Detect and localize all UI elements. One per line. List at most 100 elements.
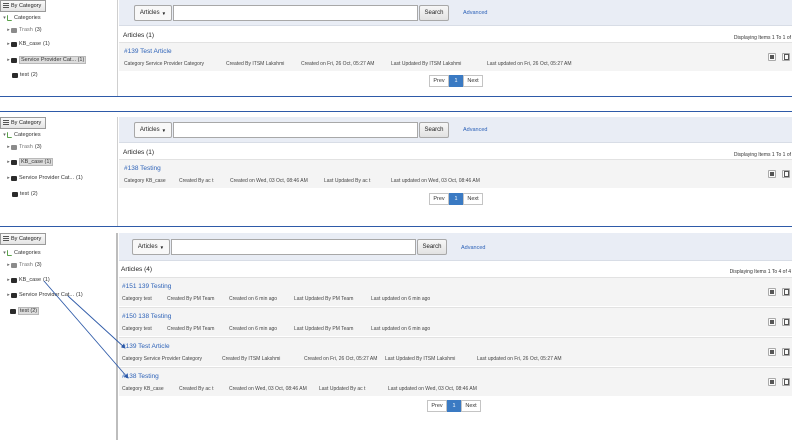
tree-item-service-provider[interactable]: ▸ Service Provider Cat... (1) [6,56,87,64]
tree-item-service-provider[interactable]: ▸ Service Provider Cat... (1) [6,292,83,298]
article-created-by: Created By PM Team [167,326,215,332]
content-area: Articles ▼ Search Advanced Articles (1) D… [119,0,792,96]
articles-title: Articles (4) [121,266,153,273]
article-updated-by: Last Updated By PM Team [294,326,354,332]
search-button[interactable]: Search [419,5,449,21]
category-tree: By Category ▾ Categories ▸ Trash (3) ▸ KB_ca… [0,0,118,96]
prev-page-button[interactable]: Prev [429,193,449,205]
edit-icon[interactable] [768,288,776,296]
search-input[interactable] [173,122,418,138]
delete-icon[interactable] [782,378,790,386]
article-title-link[interactable]: #151 139 Testing [122,283,171,290]
prev-page-button[interactable]: Prev [429,75,449,87]
folder-icon [7,15,12,21]
next-page-button[interactable]: Next [463,193,483,205]
displaying-items: Displaying Items 1 To 1 of [733,152,791,158]
article-updated-on: Last updated on 6 min ago [371,326,431,332]
folder-icon [11,277,17,283]
tree-item-service-provider[interactable]: ▸ Service Provider Cat... (1) [6,175,83,181]
prev-page-button[interactable]: Prev [427,400,447,412]
tree-root-categories[interactable]: ▾ Categories [2,250,41,256]
article-created-on: Created on Wed, 03 Oct, 08:46 AM [230,178,308,184]
category-tree: By Category ▾ Categories ▸ Trash (3) ▸ KB_ca… [0,117,118,226]
list-item: #139 Test Article Category Service Provi… [119,42,792,71]
edit-icon[interactable] [768,318,776,326]
article-updated-by: Last Updated By ac t [324,178,371,184]
delete-icon[interactable] [782,288,790,296]
article-updated-on: Last updated on Wed, 03 Oct, 08:46 AM [391,178,480,184]
page-1-button[interactable]: 1 [447,400,461,412]
article-created-on: Created on Fri, 26 Oct, 05:27 AM [301,61,375,67]
tree-item-trash[interactable]: ▸ Trash (3) [6,27,41,33]
list-item: #138 Testing Category KB_case Created By… [119,159,792,188]
article-created-by: Created By ac t [179,178,214,184]
tree-header[interactable]: By Category [0,233,46,245]
article-title-link[interactable]: #139 Test Article [122,343,170,350]
list-icon [3,3,9,9]
tree-item-test[interactable]: test (2) [12,72,38,78]
edit-icon[interactable] [768,170,776,178]
search-bar: Articles ▼ Search Advanced [119,233,792,261]
next-page-button[interactable]: Next [463,75,483,87]
article-title-link[interactable]: #150 138 Testing [122,313,171,320]
delete-icon[interactable] [782,170,790,178]
advanced-link[interactable]: Advanced [463,127,487,133]
article-created-by: Created By PM Team [167,296,215,302]
tree-item-kb-case[interactable]: ▸ KB_case (1) [6,158,54,166]
edit-icon[interactable] [768,378,776,386]
article-updated-on: Last updated on 6 min ago [371,296,431,302]
delete-icon[interactable] [782,348,790,356]
next-page-button[interactable]: Next [461,400,481,412]
article-title-link[interactable]: #139 Test Article [124,48,172,55]
tree-header[interactable]: By Category [0,117,46,129]
list-icon [3,120,9,126]
list-item: #138 Testing Category KB_case Created By… [119,367,792,396]
article-title-link[interactable]: #138 Testing [124,165,161,172]
search-input[interactable] [173,5,418,21]
search-button[interactable]: Search [419,122,449,138]
articles-title: Articles (1) [123,32,155,39]
articles-dropdown[interactable]: Articles ▼ [132,239,170,255]
tree-item-kb-case[interactable]: ▸ KB_case (1) [6,277,50,283]
article-updated-on: Last updated on Fri, 26 Oct, 05:27 AM [487,61,572,67]
article-updated-on: Last updated on Wed, 03 Oct, 08:46 AM [388,386,477,392]
article-created-on: Created on Fri, 26 Oct, 05:27 AM [304,356,378,362]
page-1-button[interactable]: 1 [449,193,463,205]
article-updated-by: Last Updated By ITSM Lakshmi [391,61,462,67]
folder-icon [12,72,18,78]
tree-item-trash[interactable]: ▸ Trash (3) [6,262,41,268]
advanced-link[interactable]: Advanced [461,245,485,251]
tree-header[interactable]: By Category [0,0,46,12]
article-title-link[interactable]: #138 Testing [122,373,159,380]
folder-icon [10,308,16,314]
folder-icon [11,57,17,63]
article-category: Category test [122,296,152,302]
article-category: Category KB_case [124,178,166,184]
advanced-link[interactable]: Advanced [463,10,487,16]
tree-item-test[interactable]: test (2) [12,191,38,197]
tree-root-categories[interactable]: ▾ Categories [2,132,41,138]
delete-icon[interactable] [782,53,790,61]
content-area: Articles ▼ Search Advanced Articles (1) D… [119,117,792,226]
tree-item-trash[interactable]: ▸ Trash (3) [6,144,41,150]
folder-icon [11,41,17,47]
article-updated-by: Last Updated By PM Team [294,296,354,302]
search-bar: Articles ▼ Search Advanced [119,0,792,26]
tree-item-kb-case[interactable]: ▸ KB_case (1) [6,41,50,47]
search-input[interactable] [171,239,416,255]
edit-icon[interactable] [768,348,776,356]
list-item: #150 138 Testing Category test Created B… [119,307,792,336]
articles-dropdown[interactable]: Articles ▼ [134,5,172,21]
panel-2: By Category ▾ Categories ▸ Trash (3) ▸ KB_ca… [0,117,792,226]
delete-icon[interactable] [782,318,790,326]
articles-title: Articles (1) [123,149,155,156]
article-created-on: Created on 6 min ago [229,326,278,332]
search-button[interactable]: Search [417,239,447,255]
edit-icon[interactable] [768,53,776,61]
articles-dropdown[interactable]: Articles ▼ [134,122,172,138]
tree-root-categories[interactable]: ▾ Categories [2,15,41,21]
trash-folder-icon [11,262,17,268]
tree-item-test[interactable]: test (2) [10,307,40,315]
article-updated-by: Last Updated By ITSM Lakshmi [385,356,456,362]
page-1-button[interactable]: 1 [449,75,463,87]
